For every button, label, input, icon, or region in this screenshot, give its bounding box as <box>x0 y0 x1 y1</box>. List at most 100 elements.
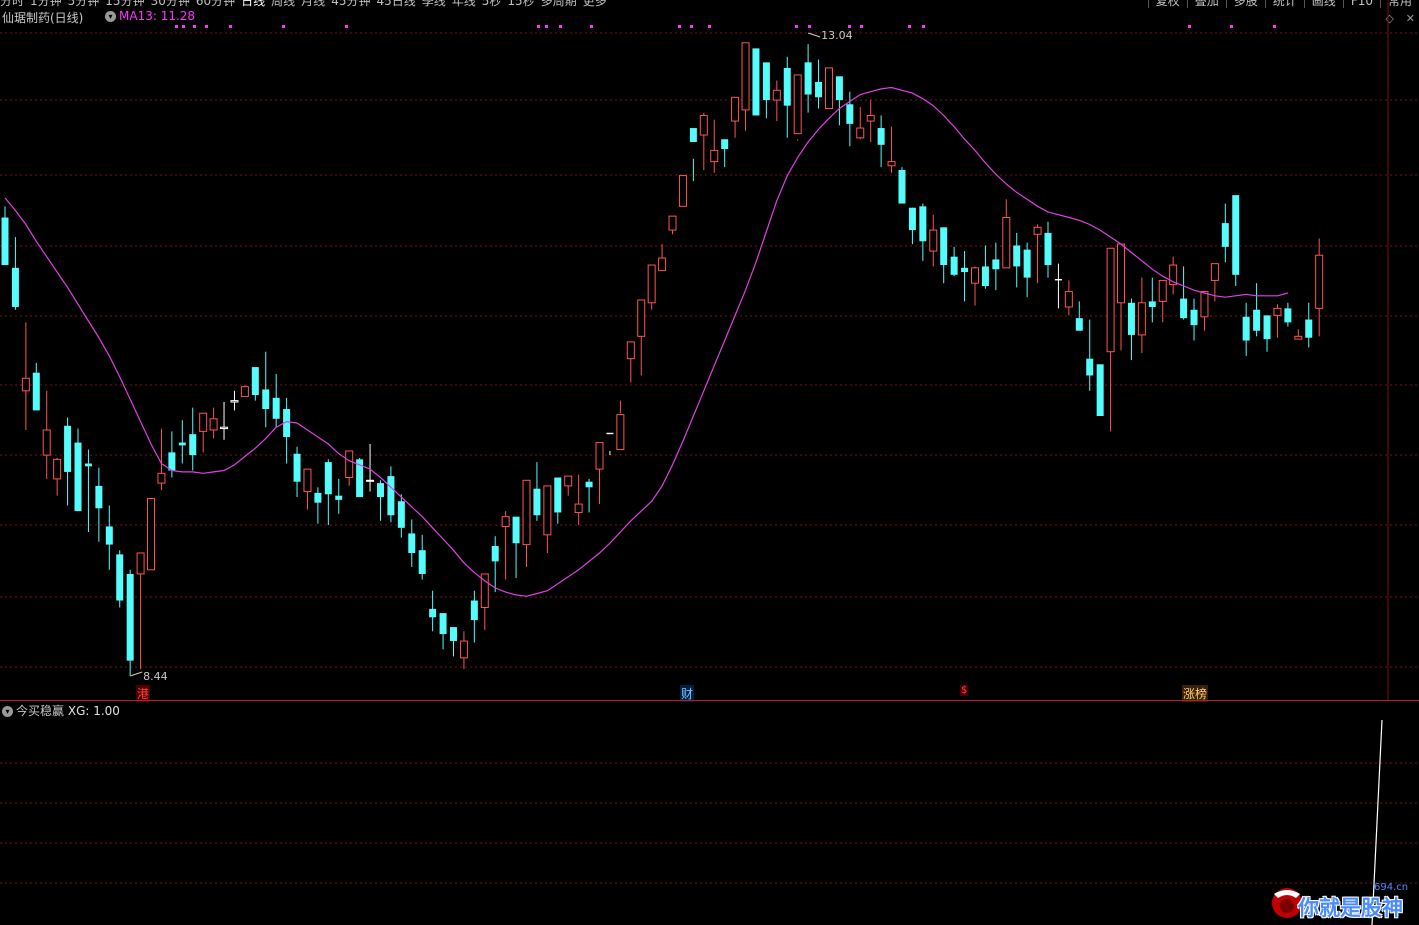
signal-marker <box>795 25 798 28</box>
candle-body <box>981 266 989 287</box>
candle-body <box>835 76 843 101</box>
signal-marker <box>1273 25 1276 28</box>
candle-body <box>262 389 270 410</box>
signal-marker <box>708 25 711 28</box>
signal-marker <box>205 25 208 28</box>
candle-body <box>157 472 166 484</box>
candle-body <box>887 161 896 167</box>
signal-marker <box>1188 25 1191 28</box>
candle-body <box>189 434 197 456</box>
candle-body <box>772 89 781 101</box>
low-price-label: 8.44 <box>143 670 168 683</box>
candle-body <box>824 67 833 109</box>
candle-body <box>1273 307 1282 316</box>
signal-marker <box>193 25 196 28</box>
candle-body <box>961 267 969 273</box>
candle-body <box>564 475 573 487</box>
candle-body <box>950 256 958 275</box>
candle-body <box>1232 195 1240 275</box>
candle-body <box>1013 245 1021 267</box>
panel-divider[interactable] <box>0 700 1419 701</box>
signal-marker <box>678 25 681 28</box>
candle-body <box>314 492 322 503</box>
watermark-text: 你就是股神 <box>1298 896 1403 920</box>
candle-body <box>1086 358 1094 376</box>
candle-body <box>491 546 499 562</box>
indicator-legend: ▾ 今买稳赢 XG: 1.00 <box>2 702 120 719</box>
candle-body <box>230 400 239 403</box>
signal-marker <box>345 25 348 28</box>
signal-marker <box>175 25 178 28</box>
candle-body <box>940 227 948 266</box>
signal-marker <box>922 25 925 28</box>
candle-body <box>970 267 979 284</box>
candle-body <box>793 74 802 135</box>
candle-body <box>168 452 176 471</box>
signal-marker <box>537 25 540 28</box>
candle-body <box>324 462 332 495</box>
candlestick-chart[interactable]: 13.04 8.44 <box>0 0 1419 925</box>
signal-marker <box>860 25 863 28</box>
candle-body <box>387 476 395 516</box>
candle-body <box>866 114 875 122</box>
candle-body <box>42 429 51 456</box>
candle-body <box>992 259 1000 270</box>
candle-body <box>1002 217 1011 269</box>
event-tag-dividend[interactable]: $ <box>960 685 969 696</box>
candle-body <box>470 600 478 621</box>
candle-body <box>1075 318 1083 331</box>
indicator-name[interactable]: 今买稳赢 <box>16 704 64 718</box>
candle-body <box>136 552 145 575</box>
candle-body <box>1190 309 1198 326</box>
high-pointer <box>807 32 821 38</box>
candle-body <box>1263 315 1271 340</box>
chevron-down-icon[interactable]: ▾ <box>2 706 13 717</box>
candle-body <box>116 554 124 601</box>
candle-body <box>815 81 823 98</box>
candle-body <box>637 299 646 337</box>
candle-body <box>1315 254 1324 309</box>
candle-body <box>84 463 92 467</box>
candle-body <box>585 481 593 488</box>
candle-body <box>21 377 30 392</box>
candle-body <box>1096 364 1104 417</box>
candle-body <box>919 206 927 242</box>
candle-body <box>731 96 740 122</box>
candle-body <box>74 442 82 512</box>
candle-body <box>429 608 437 618</box>
candle-body <box>272 397 280 419</box>
candle-body <box>1210 263 1219 281</box>
candle-body <box>1054 279 1062 281</box>
candle-body <box>898 169 906 204</box>
candle-body <box>1044 232 1052 266</box>
candle-body <box>908 207 916 231</box>
candle-body <box>752 48 760 116</box>
candle-body <box>699 114 708 136</box>
candle-body <box>1221 223 1229 247</box>
candle-body <box>846 104 854 124</box>
candle-body <box>1180 298 1188 319</box>
candle-body <box>877 128 885 145</box>
candle-body <box>1253 309 1261 331</box>
candle-body <box>53 458 62 480</box>
signal-marker <box>282 25 285 28</box>
candle-body <box>251 367 259 396</box>
candle-body <box>345 450 354 479</box>
signal-marker <box>559 25 562 28</box>
candle-body <box>376 483 384 498</box>
candle-body <box>220 426 229 430</box>
candle-body <box>1242 316 1250 341</box>
candle-body <box>710 149 719 163</box>
candle-body <box>595 442 604 470</box>
candle-body <box>658 257 667 272</box>
candle-body <box>418 550 426 574</box>
candle-body <box>762 62 770 101</box>
candle-body <box>512 516 520 544</box>
candle-body <box>804 62 812 95</box>
candle-body <box>543 485 552 536</box>
low-pointer <box>130 671 143 677</box>
candle-body <box>366 479 375 482</box>
candle-body <box>1117 243 1126 304</box>
candle-body <box>11 267 19 307</box>
candle-body <box>439 613 447 635</box>
